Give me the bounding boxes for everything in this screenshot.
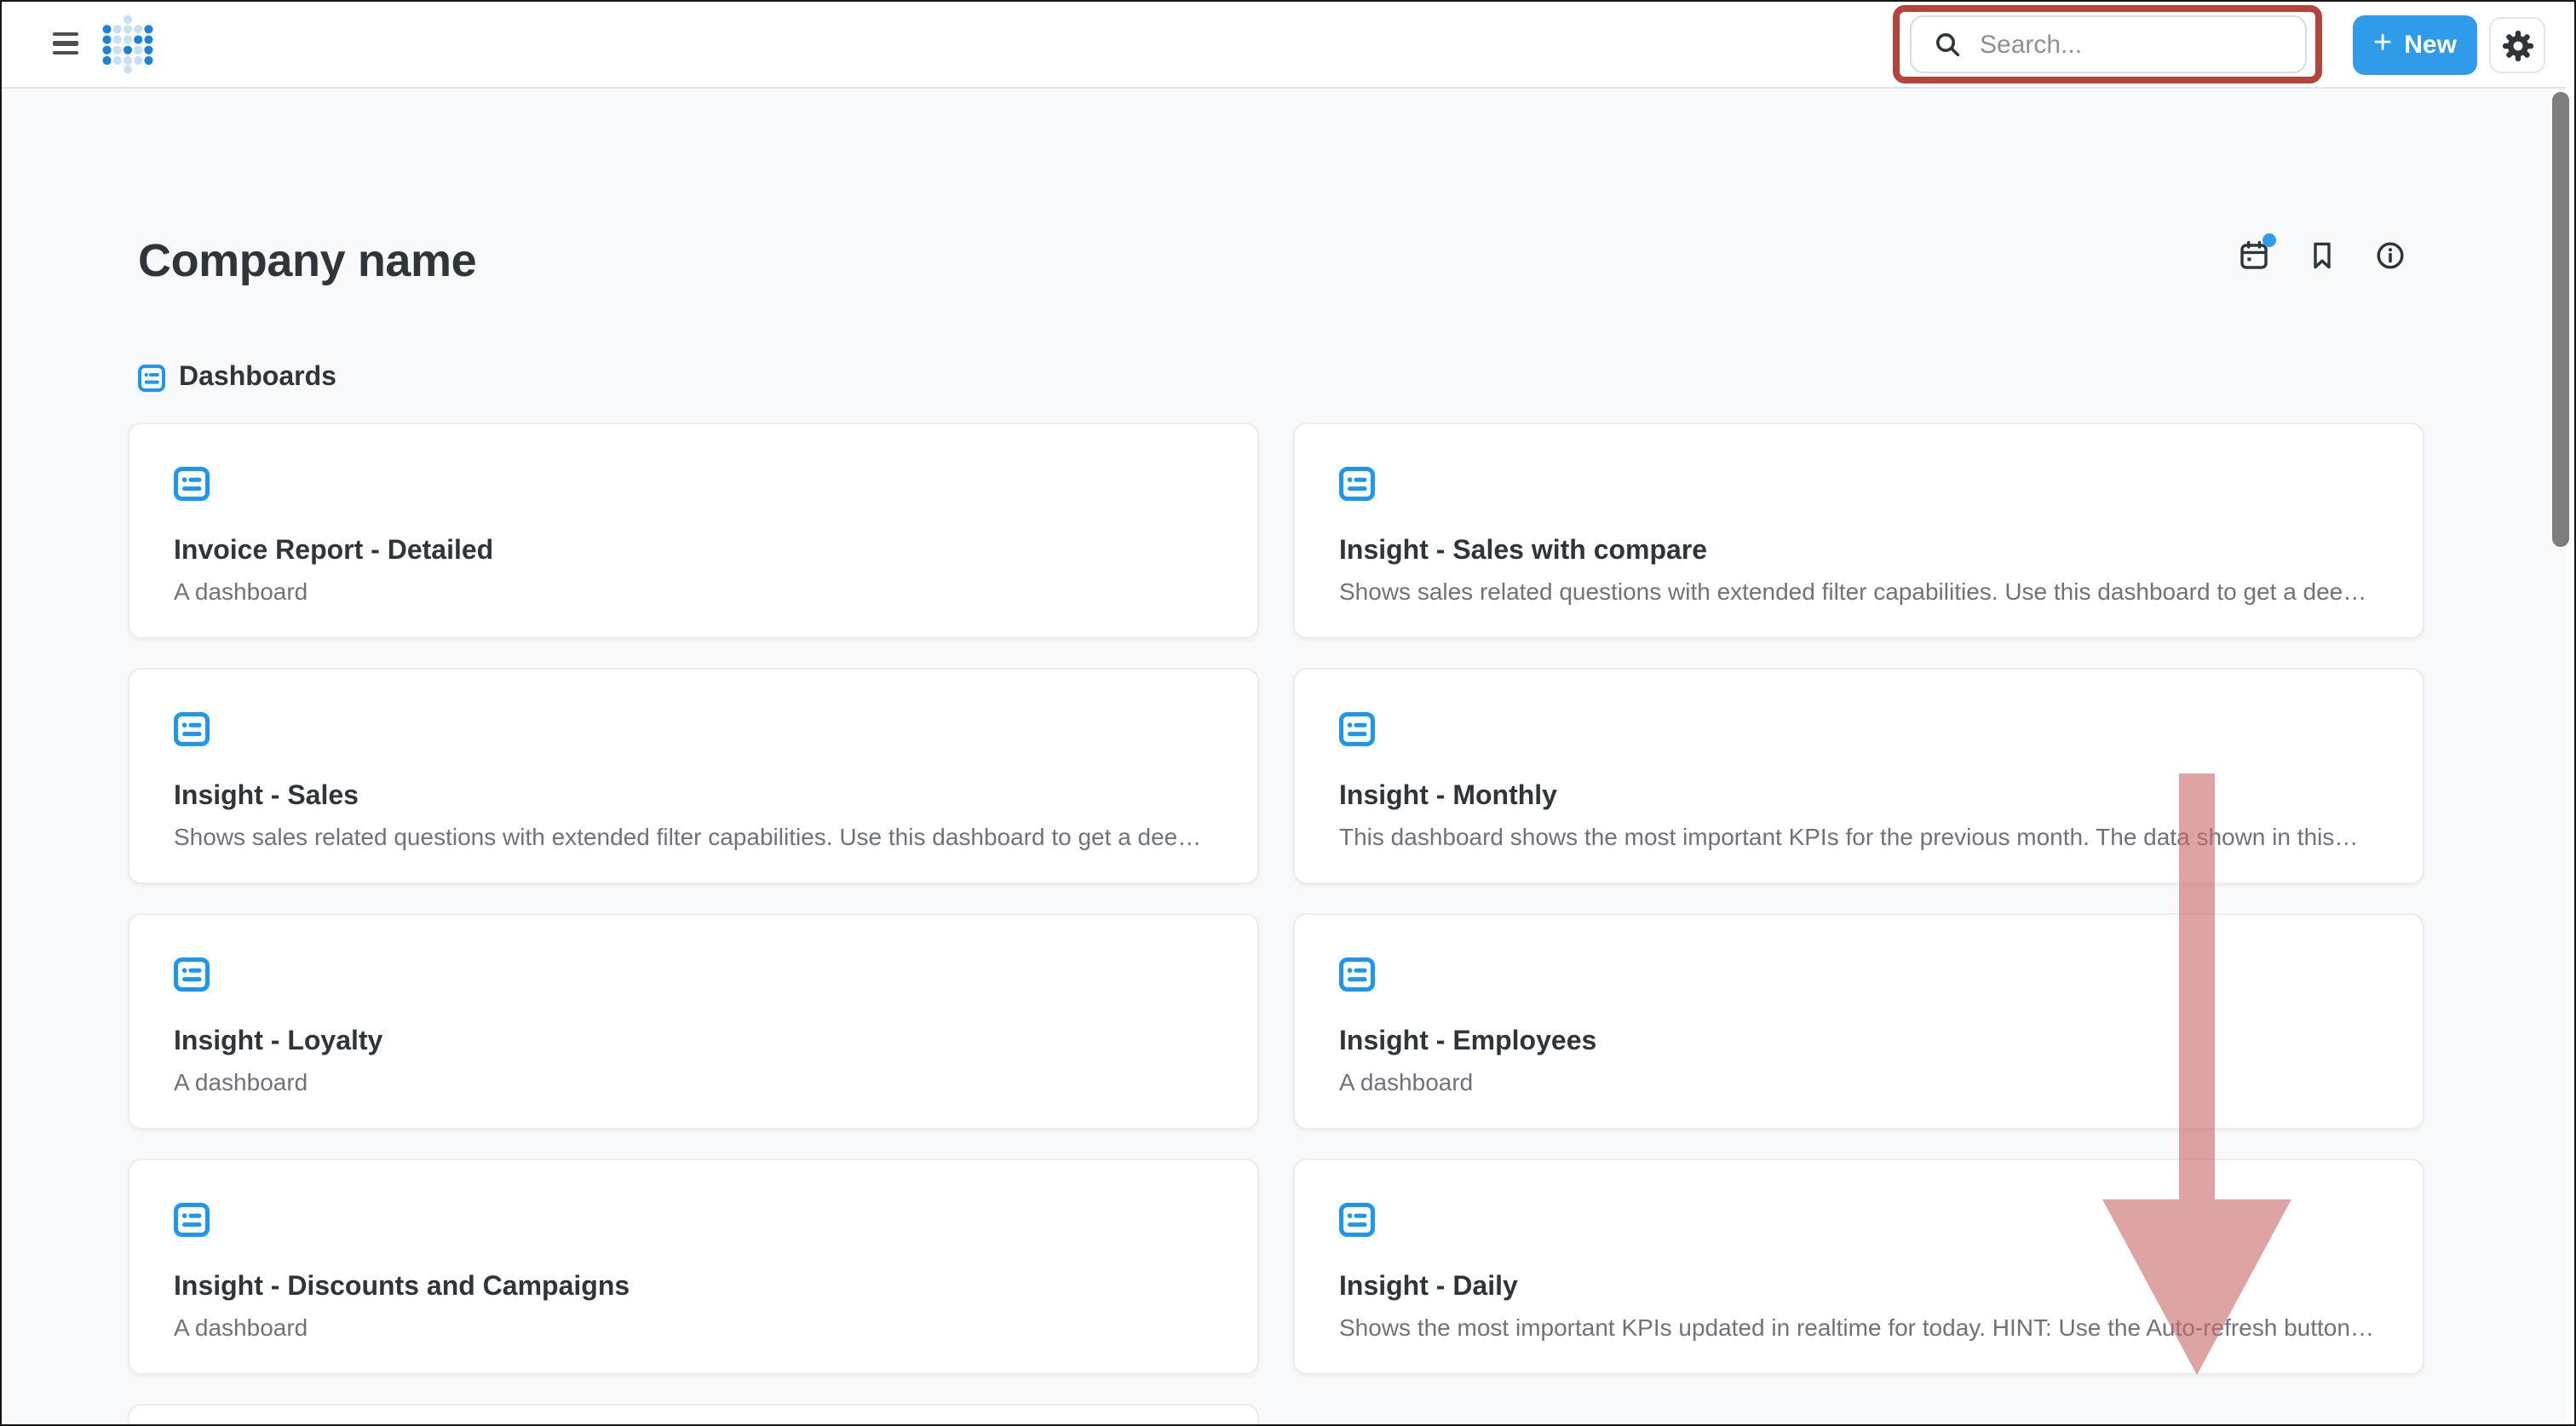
metabase-logo-icon[interactable] xyxy=(101,15,155,73)
bookmark-button[interactable] xyxy=(2307,240,2337,271)
dashboard-card[interactable]: Insight - Sales Shows sales related ques… xyxy=(128,668,1259,884)
card-description: A dashboard xyxy=(174,1314,1213,1341)
dashboard-icon xyxy=(174,957,210,992)
app-window: + New Company name xyxy=(0,0,2576,1426)
dashboard-card-grid: Invoice Report - Detailed A dashboard In… xyxy=(128,423,2424,1426)
card-description: Shows sales related questions with exten… xyxy=(1339,578,2378,605)
dashboards-section-header: Dashboards xyxy=(138,363,336,394)
dashboard-card[interactable]: Insight - Monthly This dashboard shows t… xyxy=(1293,668,2424,884)
info-button[interactable] xyxy=(2375,240,2406,271)
card-description: Shows sales related questions with exten… xyxy=(174,823,1213,850)
new-button[interactable]: + New xyxy=(2353,15,2477,75)
search-input-container[interactable] xyxy=(1910,15,2307,73)
card-description: A dashboard xyxy=(1339,1068,2378,1095)
search-input[interactable] xyxy=(1976,28,2305,60)
dashboard-card[interactable]: Invoice Report - Detailed A dashboard xyxy=(128,423,1259,639)
card-title: Insight - Loyalty xyxy=(174,1027,1213,1058)
dashboard-icon xyxy=(1339,1203,1375,1237)
dashboard-card-partial[interactable] xyxy=(128,1404,1259,1426)
card-title: Insight - Sales with compare xyxy=(1339,537,2378,567)
collection-content: Company name xyxy=(0,87,2576,1426)
card-title: Insight - Discounts and Campaigns xyxy=(174,1273,1213,1303)
dashboard-card[interactable]: Insight - Discounts and Campaigns A dash… xyxy=(128,1159,1259,1375)
dashboard-card[interactable]: Insight - Loyalty A dashboard xyxy=(128,913,1259,1130)
dashboard-icon xyxy=(1339,467,1375,501)
notification-dot xyxy=(2263,233,2276,247)
section-title: Dashboards xyxy=(179,363,336,394)
card-description: This dashboard shows the most important … xyxy=(1339,823,2378,850)
dashboard-icon xyxy=(174,1203,210,1237)
new-button-label: New xyxy=(2404,31,2457,60)
dashboard-icon xyxy=(174,712,210,746)
card-description: A dashboard xyxy=(174,578,1213,605)
dashboard-card[interactable]: Insight - Sales with compare Shows sales… xyxy=(1293,423,2424,639)
card-title: Insight - Employees xyxy=(1339,1027,2378,1058)
events-calendar-button[interactable] xyxy=(2239,240,2269,271)
dashboard-icon xyxy=(1339,712,1375,746)
collection-header-actions xyxy=(2239,240,2406,271)
gear-icon xyxy=(2500,28,2534,62)
dashboard-icon xyxy=(1339,957,1375,992)
dashboard-section-icon xyxy=(138,365,165,392)
card-title: Invoice Report - Detailed xyxy=(174,537,1213,567)
dashboard-card[interactable]: Insight - Employees A dashboard xyxy=(1293,913,2424,1130)
card-title: Insight - Daily xyxy=(1339,1273,2378,1303)
card-description: Shows the most important KPIs updated in… xyxy=(1339,1314,2378,1341)
search-icon xyxy=(1934,30,1963,59)
bookmark-icon xyxy=(2307,240,2337,271)
plus-icon: + xyxy=(2373,27,2392,60)
dashboard-icon xyxy=(174,467,210,501)
info-icon xyxy=(2375,240,2406,271)
sidebar-toggle-button[interactable] xyxy=(53,32,78,55)
top-navbar: + New xyxy=(0,0,2576,89)
card-title: Insight - Monthly xyxy=(1339,782,2378,813)
scrollbar-thumb[interactable] xyxy=(2550,90,2571,549)
page-title: Company name xyxy=(138,235,476,288)
dashboard-card[interactable]: Insight - Daily Shows the most important… xyxy=(1293,1159,2424,1375)
card-description: A dashboard xyxy=(174,1068,1213,1095)
settings-button[interactable] xyxy=(2489,17,2545,73)
card-title: Insight - Sales xyxy=(174,782,1213,813)
